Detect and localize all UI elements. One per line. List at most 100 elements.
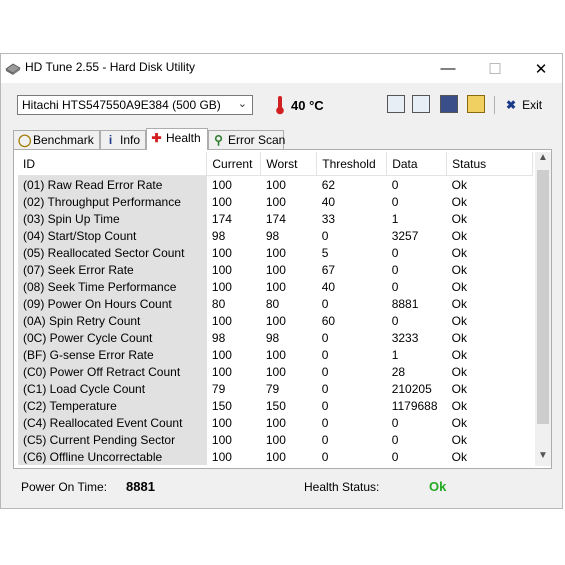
- cell-worst: 79: [265, 381, 280, 396]
- cell-data: 8881: [391, 296, 419, 311]
- column-header-threshold[interactable]: Threshold: [316, 152, 388, 176]
- copy-icon[interactable]: [387, 95, 405, 113]
- health-panel: ID Current Worst Threshold Data Status (…: [13, 149, 552, 469]
- minimize-icon: —: [440, 60, 456, 77]
- column-header-worst[interactable]: Worst: [260, 152, 318, 176]
- cell-status: Ok: [451, 245, 467, 260]
- title-bar[interactable]: HD Tune 2.55 - Hard Disk Utility — ☐ ✕: [1, 54, 562, 83]
- table-row[interactable]: (C1) Load Cycle Count 79 79 0 210205 Ok: [18, 380, 533, 397]
- column-header-current[interactable]: Current: [206, 152, 262, 176]
- cell-current: 100: [211, 415, 232, 430]
- cell-worst: 100: [265, 279, 286, 294]
- minimize-button[interactable]: —: [425, 54, 471, 83]
- tab-health[interactable]: ✚ Health: [146, 128, 208, 150]
- cell-data: 0: [391, 177, 399, 192]
- cell-id: (04) Start/Stop Count: [18, 227, 207, 244]
- cell-status: Ok: [451, 177, 467, 192]
- cell-current: 100: [211, 279, 232, 294]
- tab-error-scan[interactable]: ⚲ Error Scan: [208, 130, 285, 149]
- cell-threshold: 0: [321, 364, 329, 379]
- cell-current: 174: [211, 211, 232, 226]
- info-icon: i: [108, 133, 113, 147]
- table-row[interactable]: (05) Reallocated Sector Count 100 100 5 0 Ok: [18, 244, 533, 261]
- save-icon[interactable]: [440, 95, 458, 113]
- cell-threshold: 5: [321, 245, 329, 260]
- options-icon[interactable]: [467, 95, 485, 113]
- cell-data: 1: [391, 211, 399, 226]
- cell-worst: 80: [265, 296, 280, 311]
- column-header-data[interactable]: Data: [386, 152, 448, 176]
- table-row[interactable]: (BF) G-sense Error Rate 100 100 0 1 Ok: [18, 346, 533, 363]
- cell-id: (05) Reallocated Sector Count: [18, 244, 207, 261]
- cell-id: (C0) Power Off Retract Count: [18, 363, 207, 380]
- cell-threshold: 0: [321, 415, 329, 430]
- cell-worst: 98: [265, 330, 280, 345]
- hard-disk-app-icon: [5, 63, 21, 75]
- table-row[interactable]: (01) Raw Read Error Rate 100 100 62 0 Ok: [18, 175, 533, 193]
- cell-status: Ok: [451, 296, 467, 311]
- tab-info[interactable]: i Info: [100, 130, 146, 149]
- table-row[interactable]: (C5) Current Pending Sector 100 100 0 0 Ok: [18, 431, 533, 448]
- close-icon: ✕: [534, 60, 548, 78]
- table-row[interactable]: (08) Seek Time Performance 100 100 40 0 Ok: [18, 278, 533, 295]
- table-row[interactable]: (04) Start/Stop Count 98 98 0 3257 Ok: [18, 227, 533, 244]
- column-header-status[interactable]: Status: [446, 152, 533, 176]
- cell-status: Ok: [451, 381, 467, 396]
- table-row[interactable]: (02) Throughput Performance 100 100 40 0 Ok: [18, 193, 533, 210]
- table-row[interactable]: (09) Power On Hours Count 80 80 0 8881 Ok: [18, 295, 533, 312]
- cell-current: 150: [211, 398, 232, 413]
- table-row[interactable]: (03) Spin Up Time 174 174 33 1 Ok: [18, 210, 533, 227]
- power-on-time-value: 8881: [126, 479, 155, 494]
- cell-id: (C2) Temperature: [18, 397, 207, 414]
- close-button[interactable]: ✕: [518, 54, 564, 83]
- cell-threshold: 0: [321, 381, 329, 396]
- scroll-down-icon[interactable]: ▼: [535, 450, 551, 466]
- table-row[interactable]: (C0) Power Off Retract Count 100 100 0 28 Ok: [18, 363, 533, 380]
- cell-id: (01) Raw Read Error Rate: [18, 175, 207, 193]
- cell-threshold: 0: [321, 432, 329, 447]
- table-row[interactable]: (C2) Temperature 150 150 0 1179688 Ok: [18, 397, 533, 414]
- copy-all-icon[interactable]: [412, 95, 430, 113]
- cell-current: 100: [211, 347, 232, 362]
- cell-status: Ok: [451, 279, 467, 294]
- cell-worst: 100: [265, 415, 286, 430]
- cell-data: 3257: [391, 228, 419, 243]
- cell-worst: 98: [265, 228, 280, 243]
- scroll-thumb[interactable]: [537, 170, 549, 424]
- column-header-id[interactable]: ID: [18, 152, 208, 176]
- cell-worst: 100: [265, 347, 286, 362]
- cell-current: 100: [211, 313, 232, 328]
- drive-select[interactable]: Hitachi HTS547550A9E384 (500 GB) ⌄: [17, 95, 253, 115]
- cell-id: (09) Power On Hours Count: [18, 295, 207, 312]
- cell-data: 1: [391, 347, 399, 362]
- cell-current: 100: [211, 177, 232, 192]
- table-header-row: ID Current Worst Threshold Data Status: [18, 152, 533, 176]
- cell-status: Ok: [451, 211, 467, 226]
- scroll-up-icon[interactable]: ▲: [535, 152, 551, 168]
- cell-current: 100: [211, 262, 232, 277]
- power-on-time-label: Power On Time:: [21, 480, 108, 494]
- cell-id: (02) Throughput Performance: [18, 193, 207, 210]
- cell-threshold: 62: [321, 177, 336, 192]
- cell-status: Ok: [451, 415, 467, 430]
- table-row[interactable]: (C4) Reallocated Event Count 100 100 0 0 Ok: [18, 414, 533, 431]
- exit-label: Exit: [522, 98, 543, 112]
- cell-threshold: 0: [321, 296, 329, 311]
- table-row[interactable]: (0A) Spin Retry Count 100 100 60 0 Ok: [18, 312, 533, 329]
- health-status-label: Health Status:: [304, 480, 380, 494]
- exit-button[interactable]: ✖ Exit: [506, 98, 542, 112]
- cell-status: Ok: [451, 330, 467, 345]
- cell-current: 100: [211, 432, 232, 447]
- cell-data: 28: [391, 364, 406, 379]
- cell-worst: 100: [265, 245, 286, 260]
- maximize-icon: ☐: [488, 60, 502, 78]
- table-row[interactable]: (0C) Power Cycle Count 98 98 0 3233 Ok: [18, 329, 533, 346]
- table-row[interactable]: (C6) Offline Uncorrectable 100 100 0 0 Ok: [18, 448, 533, 465]
- cell-data: 210205: [391, 381, 432, 396]
- vertical-scrollbar[interactable]: ▲ ▼: [535, 152, 551, 466]
- maximize-button[interactable]: ☐: [472, 54, 518, 83]
- table-row[interactable]: (07) Seek Error Rate 100 100 67 0 Ok: [18, 261, 533, 278]
- cell-worst: 100: [265, 313, 286, 328]
- tab-benchmark[interactable]: ◯ Benchmark: [13, 130, 100, 149]
- cell-status: Ok: [451, 398, 467, 413]
